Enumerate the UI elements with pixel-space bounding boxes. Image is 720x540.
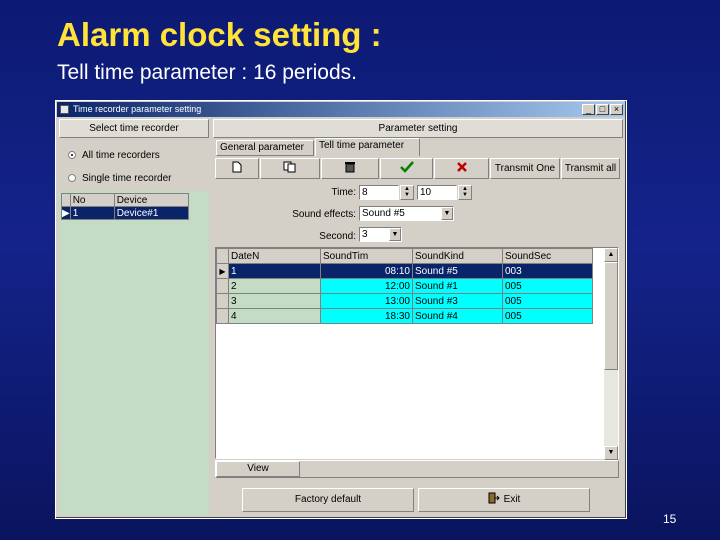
exit-button[interactable]: Exit	[418, 488, 590, 512]
time-end-spinner[interactable]: ▲ ▼	[458, 185, 472, 200]
table-row[interactable]: 4 18:30 Sound #4 005	[216, 308, 593, 324]
cell-sec: 003	[502, 263, 593, 279]
col-header-sound-sec[interactable]: SoundSec	[502, 248, 593, 264]
table-row[interactable]: 3 13:00 Sound #3 005	[216, 293, 593, 309]
second-select[interactable]: 3 ▼	[359, 227, 402, 242]
row-pointer-icon: ▶	[61, 206, 71, 220]
col-header-sound-time[interactable]: SoundTim	[320, 248, 413, 264]
window-titlebar[interactable]: Time recorder parameter setting _ □ ×	[57, 102, 625, 117]
page-number: 15	[663, 512, 677, 526]
view-button[interactable]: View	[216, 461, 300, 477]
second-label: Second:	[319, 231, 356, 242]
minimize-button[interactable]: _	[582, 104, 595, 115]
radio-single-recorder[interactable]: Single time recorder	[68, 172, 171, 186]
scroll-up-icon[interactable]: ▲	[604, 248, 618, 262]
view-bar: View	[215, 460, 619, 478]
radio-all-label: All time recorders	[82, 150, 160, 161]
cell-date: 4	[228, 308, 321, 324]
app-icon	[60, 105, 69, 114]
row-pointer-icon: ▶	[216, 263, 229, 279]
col-header-date[interactable]: DateN	[228, 248, 321, 264]
parameter-setting-header: Parameter setting	[213, 119, 623, 138]
radio-single-label: Single time recorder	[82, 173, 172, 184]
time-start-input[interactable]: 8	[359, 185, 399, 200]
slide-title: Alarm clock setting :	[57, 16, 382, 53]
transmit-all-button[interactable]: Transmit all	[561, 158, 620, 179]
cell-time: 18:30	[320, 308, 413, 324]
parameter-setting-window: Time recorder parameter setting _ □ × Se…	[55, 100, 627, 519]
new-button[interactable]	[215, 158, 259, 179]
col-header-sound-kind[interactable]: SoundKind	[412, 248, 503, 264]
factory-default-button[interactable]: Factory default	[242, 488, 414, 512]
time-start-spinner[interactable]: ▲ ▼	[400, 185, 414, 200]
cancel-button[interactable]	[434, 158, 489, 179]
cell-time: 08:10	[320, 263, 413, 279]
cell-sec: 005	[502, 278, 593, 294]
table-row[interactable]: ▶ 1 08:10 Sound #5 003	[216, 263, 593, 279]
sound-effects-select[interactable]: Sound #5 ▼	[359, 206, 454, 221]
chevron-down-icon[interactable]: ▼	[441, 207, 453, 220]
tab-general-parameter[interactable]: General parameter	[216, 140, 314, 156]
window-title: Time recorder parameter setting	[73, 104, 202, 114]
slide-subtitle: Tell time parameter : 16 periods.	[57, 61, 357, 84]
schedule-grid: DateN SoundTim SoundKind SoundSec ▶ 1 08…	[215, 247, 619, 460]
delete-button[interactable]	[321, 158, 379, 179]
chevron-down-icon[interactable]: ▼	[389, 228, 401, 241]
col-header-no[interactable]: No	[69, 193, 115, 207]
table-row[interactable]: 2 12:00 Sound #1 005	[216, 278, 593, 294]
confirm-button[interactable]	[380, 158, 433, 179]
cell-time: 13:00	[320, 293, 413, 309]
select-recorder-header: Select time recorder	[59, 119, 209, 138]
checkmark-icon	[399, 161, 414, 173]
grid-scrollbar[interactable]: ▲ ▼	[604, 248, 618, 460]
second-value: 3	[362, 229, 368, 240]
scroll-thumb[interactable]	[604, 262, 618, 370]
radio-all-recorders[interactable]: All time recorders	[68, 149, 160, 163]
time-end-input[interactable]: 10	[417, 185, 457, 200]
close-button[interactable]: ×	[610, 104, 623, 115]
copy-icon	[283, 161, 296, 173]
schedule-table: DateN SoundTim SoundKind SoundSec ▶ 1 08…	[216, 248, 593, 324]
cell-sec: 005	[502, 293, 593, 309]
new-document-icon	[232, 161, 242, 173]
radio-unselected-icon	[68, 174, 76, 182]
trash-icon	[345, 162, 355, 173]
maximize-button[interactable]: □	[596, 104, 609, 115]
col-header-device[interactable]: Device	[113, 193, 190, 207]
sound-effects-value: Sound #5	[362, 208, 405, 219]
scroll-down-icon[interactable]: ▼	[604, 446, 618, 460]
exit-door-icon	[488, 492, 500, 504]
tab-tell-time-parameter[interactable]: Tell time parameter	[315, 138, 420, 156]
device-table: No Device ▶ 1 Device#1	[61, 193, 190, 220]
cancel-x-icon	[456, 162, 467, 172]
cell-kind: Sound #5	[412, 263, 503, 279]
cell-date: 3	[228, 293, 321, 309]
time-label: Time:	[331, 187, 356, 198]
copy-button[interactable]	[260, 158, 320, 179]
cell-kind: Sound #3	[412, 293, 503, 309]
cell-kind: Sound #1	[412, 278, 503, 294]
cell-kind: Sound #4	[412, 308, 503, 324]
radio-selected-icon	[68, 151, 76, 159]
device-no: 1	[69, 206, 115, 220]
transmit-one-button[interactable]: Transmit One	[490, 158, 560, 179]
device-name: Device#1	[113, 206, 190, 220]
cell-date: 2	[228, 278, 321, 294]
device-list-panel	[59, 191, 209, 515]
cell-time: 12:00	[320, 278, 413, 294]
sound-effects-label: Sound effects:	[292, 209, 356, 220]
table-row[interactable]: ▶ 1 Device#1	[61, 206, 190, 220]
cell-date: 1	[228, 263, 321, 279]
exit-label: Exit	[503, 494, 521, 505]
cell-sec: 005	[502, 308, 593, 324]
